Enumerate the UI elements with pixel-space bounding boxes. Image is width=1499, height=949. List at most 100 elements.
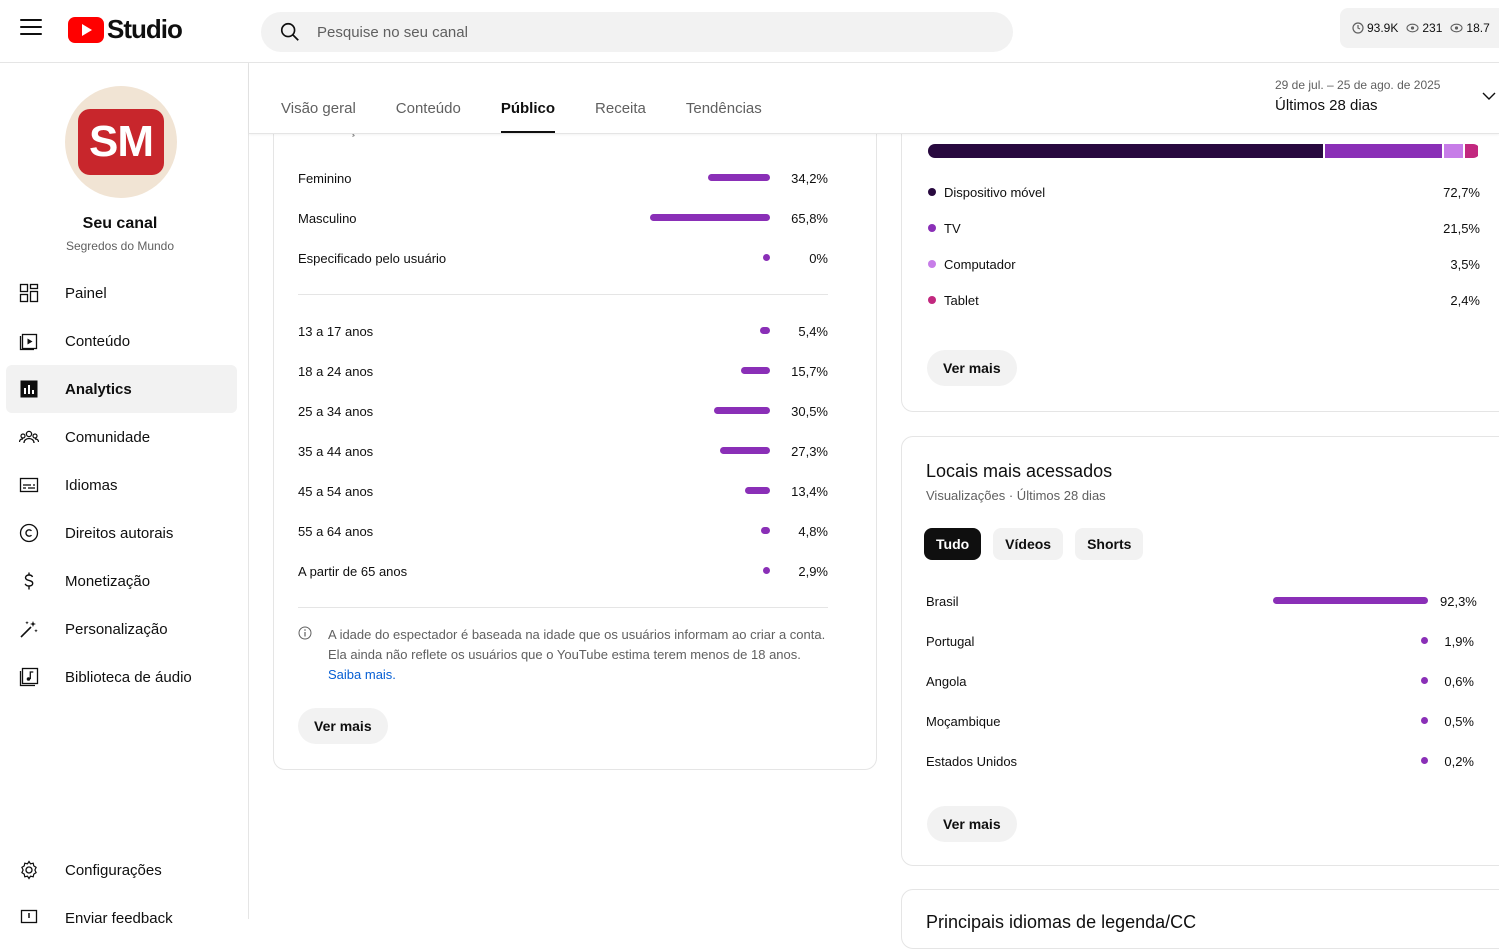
chip-shorts[interactable]: Shorts: [1075, 528, 1144, 560]
locations-more-button[interactable]: Ver mais: [927, 806, 1017, 842]
sidebar-item-configuracoes[interactable]: Configurações: [0, 846, 249, 894]
avatar[interactable]: SM: [65, 86, 177, 198]
row-label: 45 a 54 anos: [298, 483, 374, 499]
demographics-card: Visualizações · Últimos 28 dias Feminino…: [273, 80, 877, 770]
eye-icon: [1450, 23, 1463, 33]
row-label: Feminino: [298, 170, 352, 186]
realtime-stats[interactable]: 93.9K 231 18.7: [1340, 8, 1499, 48]
chevron-down-icon: [1482, 92, 1496, 100]
stat-subscribers: 93.9K: [1352, 21, 1398, 35]
row-label: 13 a 17 anos: [298, 323, 374, 339]
avatar-logo: SM: [78, 109, 164, 175]
top-bar: Studio 93.9K 231 18.7: [0, 0, 1499, 63]
stat-value: 93.9K: [1367, 21, 1399, 35]
tab-receita[interactable]: Receita: [595, 100, 646, 133]
content-icon: [19, 331, 39, 351]
sidebar-item-label: Painel: [65, 284, 107, 302]
learn-more-link[interactable]: Saiba mais.: [328, 667, 396, 682]
sidebar-item-label: Personalização: [65, 620, 168, 638]
sidebar-item-conteudo[interactable]: Conteúdo: [0, 317, 249, 365]
device-more-button[interactable]: Ver mais: [927, 350, 1017, 386]
row-value: 0,6%: [1444, 673, 1474, 689]
search-icon[interactable]: [279, 21, 301, 43]
row-label: Portugal: [926, 633, 975, 649]
device-value: 3,5%: [1450, 256, 1480, 272]
tab-publico[interactable]: Público: [500, 100, 556, 133]
row-value: 5,4%: [798, 323, 828, 339]
stat-value: 231: [1422, 21, 1443, 35]
device-value: 72,7%: [1443, 184, 1480, 200]
sidebar-item-analytics[interactable]: Analytics: [6, 365, 237, 413]
sidebar-item-comunidade[interactable]: Comunidade: [0, 413, 249, 461]
row-label: 35 a 44 anos: [298, 443, 374, 459]
bar-track: [640, 327, 770, 335]
legend-dot: [928, 224, 936, 232]
sidebar-nav: Painel Conteúdo Analytics Comunidade Idi…: [0, 269, 249, 701]
feedback-icon: [19, 908, 39, 928]
sidebar-item-idiomas[interactable]: Idiomas: [0, 461, 249, 509]
sidebar-item-enviar-feedback[interactable]: Enviar feedback: [0, 894, 249, 942]
copyright-icon: [19, 523, 39, 543]
row-value: 65,8%: [791, 210, 828, 226]
row-label: Estados Unidos: [926, 753, 1018, 769]
sidebar-item-biblioteca-de-audio[interactable]: Biblioteca de áudio: [0, 653, 249, 701]
percentage-bar: [741, 367, 770, 374]
locations-filter-chips: Tudo Vídeos Shorts: [924, 528, 1155, 560]
data-row: Feminino 34,2%: [298, 168, 828, 188]
demographics-more-button[interactable]: Ver mais: [298, 708, 388, 744]
device-bar-segment: [1443, 144, 1463, 158]
tabs: Visão geral Conteúdo Público Receita Ten…: [281, 100, 802, 133]
divider: [298, 294, 828, 295]
bar-track: [640, 174, 770, 182]
sidebar-item-monetizacao[interactable]: Monetização: [0, 557, 249, 605]
tab-visao-geral[interactable]: Visão geral: [281, 100, 356, 133]
menu-icon[interactable]: [20, 19, 42, 41]
search-bar[interactable]: [261, 12, 1013, 52]
chip-tudo[interactable]: Tudo: [924, 528, 982, 560]
percentage-bar: [763, 567, 770, 574]
device-bar-segment: [928, 144, 1324, 158]
sidebar: SM Seu canal Segredos do Mundo Painel Co…: [0, 63, 249, 927]
percentage-bar: [761, 527, 770, 534]
row-value: 30,5%: [791, 403, 828, 419]
date-range-label: Últimos 28 dias: [1275, 97, 1378, 114]
sidebar-item-personalizacao[interactable]: Personalização: [0, 605, 249, 653]
device-label: Dispositivo móvel: [944, 184, 1046, 200]
row-value: 15,7%: [791, 363, 828, 379]
device-value: 21,5%: [1443, 220, 1480, 236]
sidebar-item-label: Comunidade: [65, 428, 151, 446]
tab-conteudo[interactable]: Conteúdo: [396, 100, 461, 133]
row-label: Especificado pelo usuário: [298, 250, 447, 266]
sidebar-item-label: Enviar feedback: [65, 909, 173, 927]
search-input[interactable]: [317, 23, 917, 41]
studio-logo[interactable]: Studio: [68, 14, 183, 45]
row-value: 34,2%: [791, 170, 828, 186]
tab-tendencias[interactable]: Tendências: [686, 100, 762, 133]
sidebar-item-painel[interactable]: Painel: [0, 269, 249, 317]
row-value: 1,9%: [1444, 633, 1474, 649]
sidebar-item-label: Monetização: [65, 572, 151, 590]
bar-track: [640, 567, 770, 575]
bar-track: [640, 254, 770, 262]
row-label: Masculino: [298, 210, 357, 226]
date-range-picker[interactable]: 29 de jul. – 25 de ago. de 2025 Últimos …: [1275, 78, 1499, 118]
device-row: Computador 3,5%: [928, 254, 1480, 274]
age-note-text: A idade do espectador é baseada na idade…: [328, 627, 826, 662]
gear-icon: [19, 860, 39, 880]
row-label: Angola: [926, 673, 967, 689]
device-bar-segment: [1464, 144, 1478, 158]
data-row: Especificado pelo usuário 0%: [298, 248, 828, 268]
bar-track: [1268, 757, 1428, 765]
data-row: 45 a 54 anos 13,4%: [298, 481, 828, 501]
row-label: Moçambique: [926, 713, 1001, 729]
dollar-icon: [19, 571, 39, 591]
row-label: 55 a 64 anos: [298, 523, 374, 539]
percentage-bar: [745, 487, 770, 494]
divider: [298, 607, 828, 608]
device-label: TV: [944, 220, 961, 236]
chip-videos[interactable]: Vídeos: [993, 528, 1064, 560]
sidebar-item-direitos-autorais[interactable]: Direitos autorais: [0, 509, 249, 557]
sidebar-bottom-nav: Configurações Enviar feedback: [0, 846, 249, 942]
sidebar-item-label: Conteúdo: [65, 332, 131, 350]
device-row: Tablet 2,4%: [928, 290, 1480, 310]
